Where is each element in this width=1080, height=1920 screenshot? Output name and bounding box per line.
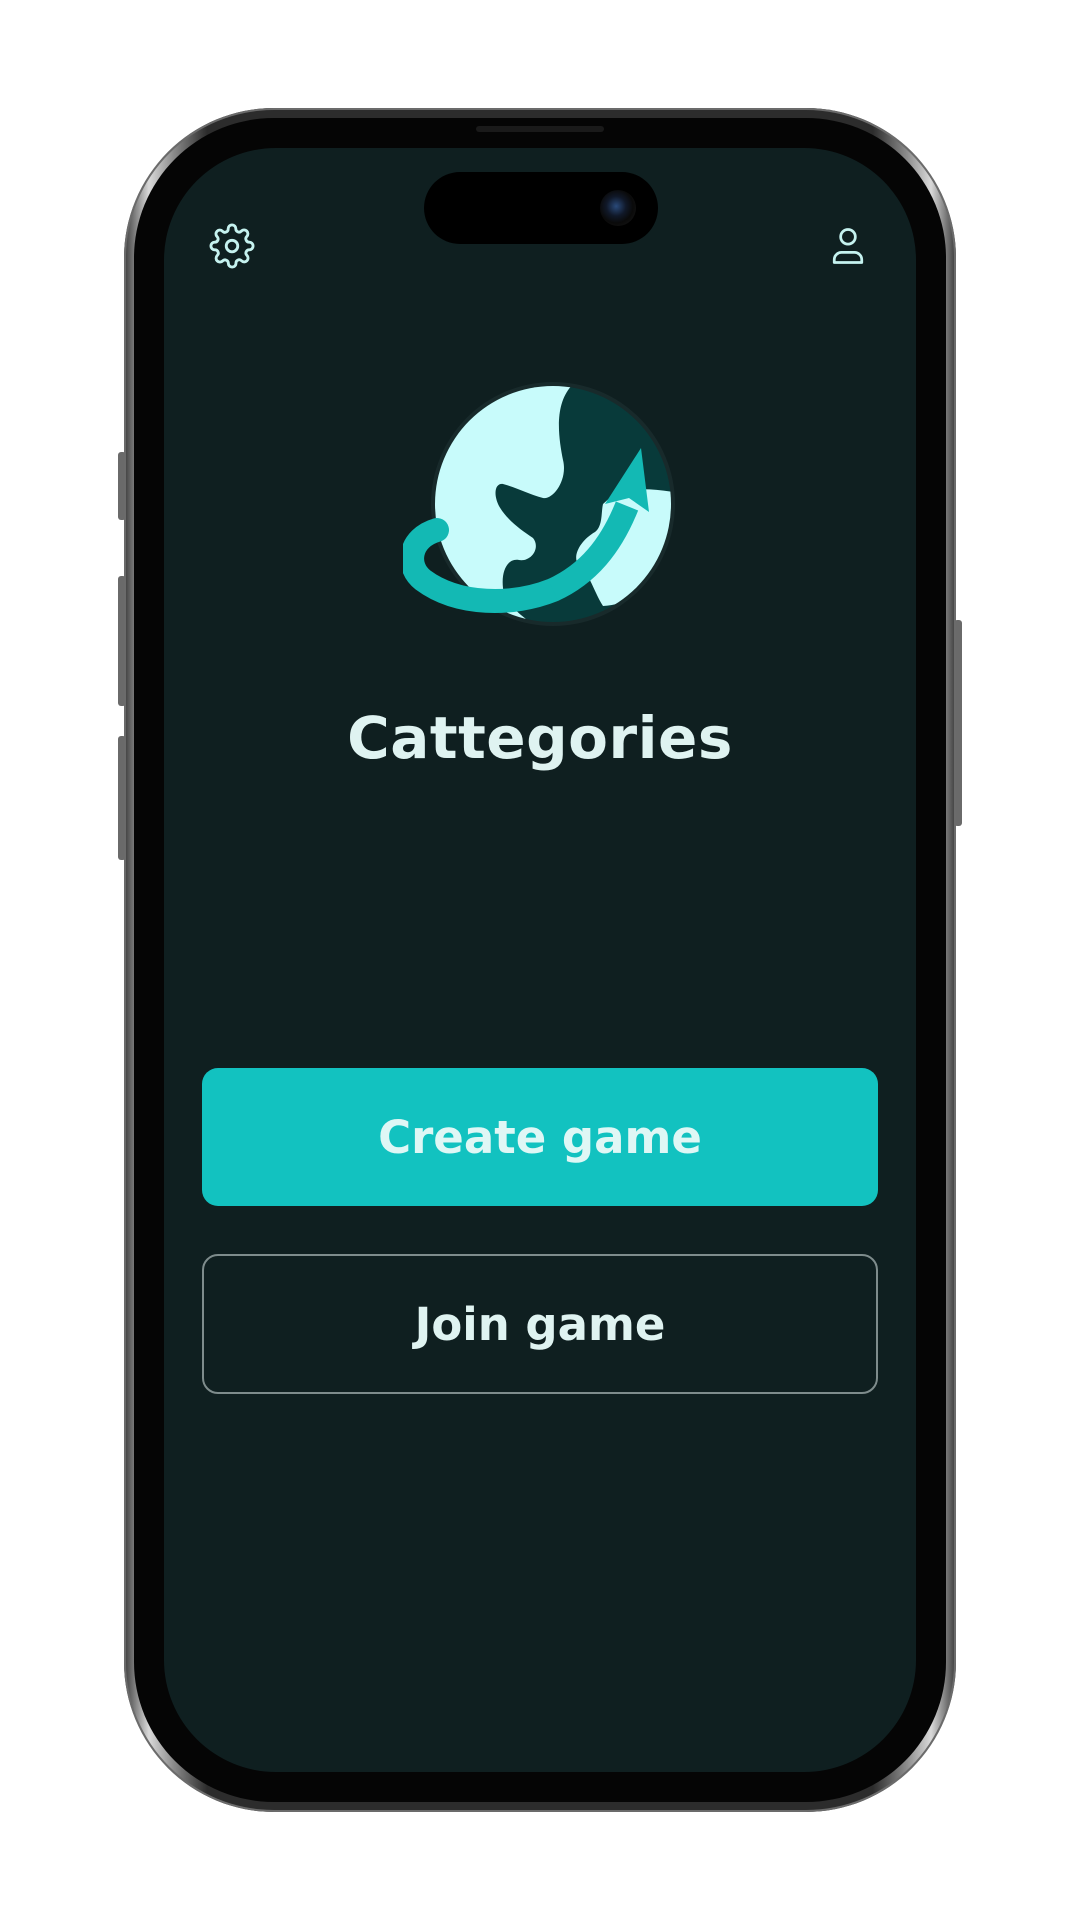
create-game-label: Create game [378,1110,702,1164]
join-game-button[interactable]: Join game [202,1254,878,1394]
front-camera [600,190,636,226]
user-icon [826,224,870,272]
join-game-label: Join game [414,1297,666,1351]
app-screen: Cattegories Create game Join game [164,148,916,1772]
earpiece-speaker [476,126,604,132]
app-title: Cattegories [347,704,733,772]
dynamic-island [424,172,658,244]
app-logo [400,380,677,630]
gear-icon [209,223,255,273]
device-mockup: Cattegories Create game Join game [0,0,1080,1920]
profile-button[interactable] [820,220,876,276]
globe-arrow-icon [400,382,675,626]
settings-button[interactable] [204,220,260,276]
create-game-button[interactable]: Create game [202,1068,878,1206]
